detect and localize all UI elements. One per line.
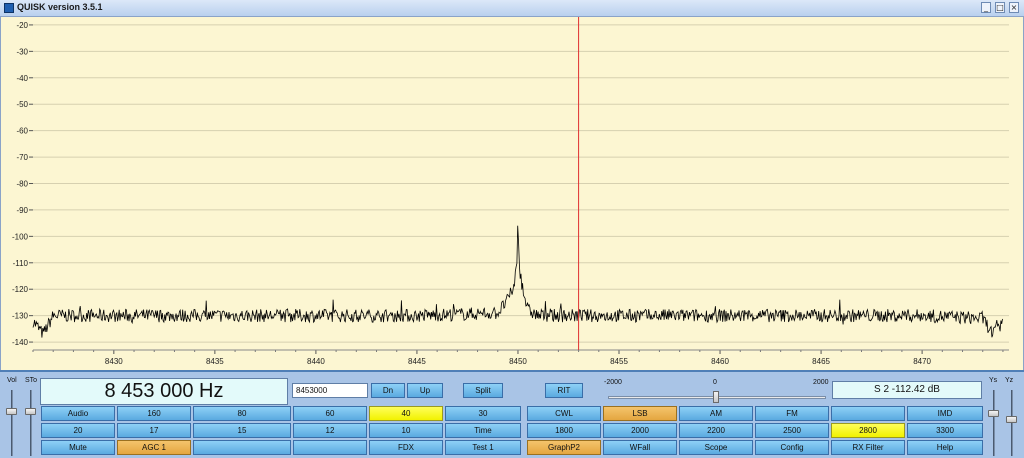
button-row2-10[interactable]: 2800 [831,423,905,438]
button-row1-4[interactable]: 40 [369,406,443,421]
control-panel: Vol STo 8 453 000 Hz 8453000 Dn Up Split… [0,370,1024,458]
window-title: QUISK version 3.5.1 [17,2,103,12]
y-tick-label: -130 [12,312,29,321]
button-row2-1[interactable]: 17 [117,423,191,438]
button-row1-8[interactable]: AM [679,406,753,421]
x-tick-label: 8470 [913,357,931,366]
yz-slider-track[interactable] [1011,390,1013,456]
pan-mid-label: 0 [713,379,717,386]
y-tick-label: -70 [16,153,28,162]
y-tick-label: -90 [16,206,28,215]
spectrum-plot[interactable]: -20 -30 -40 -50 -60 -70 -80 -90 -100 -110 -120 -130… [1,17,1023,370]
sto-label: STo [25,377,38,384]
y-tick-label: -140 [12,338,29,347]
button-row3-0[interactable]: Mute [41,440,115,455]
button-row2-3[interactable]: 12 [293,423,367,438]
spectrum-graph[interactable]: -20 -30 -40 -50 -60 -70 -80 -90 -100 -110 -120 -130… [0,17,1024,370]
button-row3-4[interactable]: FDX [369,440,443,455]
button-row3-6[interactable]: GraphP2 [527,440,601,455]
button-row3-9[interactable]: Config [755,440,829,455]
yz-slider-thumb[interactable] [1006,416,1017,423]
dn-button[interactable]: Dn [371,383,405,398]
button-row3-11[interactable]: Help [907,440,983,455]
button-row3-7[interactable]: WFall [603,440,677,455]
frequency-display: 8 453 000 Hz [40,378,288,405]
x-tick-label: 8465 [812,357,830,366]
button-row2-8[interactable]: 2200 [679,423,753,438]
app-icon [4,3,14,13]
x-tick-label: 8435 [206,357,224,366]
title-bar: QUISK version 3.5.1 _ □ × [0,0,1024,17]
rit-slider-thumb[interactable] [713,391,719,403]
s-meter-display: S 2 -112.42 dB [832,381,982,399]
button-row1-2[interactable]: 80 [193,406,291,421]
button-row1-1[interactable]: 160 [117,406,191,421]
x-tick-label: 8440 [307,357,325,366]
button-row2-0[interactable]: 20 [41,423,115,438]
button-row2-9[interactable]: 2500 [755,423,829,438]
button-row3-3[interactable] [293,440,367,455]
button-row2-2[interactable]: 15 [193,423,291,438]
y-tick-label: -60 [16,127,28,136]
button-row2-6[interactable]: 1800 [527,423,601,438]
button-row3-2[interactable] [193,440,291,455]
pan-max-label: 2000 [813,379,829,386]
button-row1-0[interactable]: Audio [41,406,115,421]
y-tick-label: -100 [12,232,29,241]
up-button[interactable]: Up [407,383,443,398]
y-tick-label: -120 [12,285,29,294]
button-row1-9[interactable]: FM [755,406,829,421]
y-tick-label: -20 [16,21,28,30]
maximize-button[interactable]: □ [995,2,1005,13]
button-row1-6[interactable]: CWL [527,406,601,421]
button-row3-5[interactable]: Test 1 [445,440,521,455]
yz-label: Yz [1005,377,1014,384]
button-row2-4[interactable]: 10 [369,423,443,438]
y-tick-label: -30 [16,47,28,56]
pan-min-label: -2000 [604,379,622,386]
minimize-button[interactable]: _ [981,2,991,13]
spectrum-trace [32,225,1003,338]
button-row1-11[interactable]: IMD [907,406,983,421]
rit-button[interactable]: RIT [545,383,583,398]
vol-slider-thumb[interactable] [6,408,17,415]
button-row1-3[interactable]: 60 [293,406,367,421]
split-button[interactable]: Split [463,383,503,398]
x-tick-label: 8450 [509,357,527,366]
y-tick-label: -80 [16,180,28,189]
button-row1-10[interactable] [831,406,905,421]
frequency-entry-input[interactable]: 8453000 [292,383,368,398]
button-row3-8[interactable]: Scope [679,440,753,455]
x-tick-label: 8460 [711,357,729,366]
close-button[interactable]: × [1009,2,1019,13]
x-tick-label: 8430 [105,357,123,366]
x-tick-label: 8455 [610,357,628,366]
ys-slider-track[interactable] [993,390,995,456]
button-row1-5[interactable]: 30 [445,406,521,421]
button-row2-7[interactable]: 2000 [603,423,677,438]
y-tick-label: -50 [16,100,28,109]
vol-label: Vol [7,377,17,384]
button-row3-10[interactable]: RX Filter [831,440,905,455]
sto-slider-track[interactable] [30,390,32,456]
y-tick-label: -40 [16,74,28,83]
button-row2-5[interactable]: Time [445,423,521,438]
sto-slider-thumb[interactable] [25,408,36,415]
button-row3-1[interactable]: AGC 1 [117,440,191,455]
ys-slider-thumb[interactable] [988,410,999,417]
button-row2-11[interactable]: 3300 [907,423,983,438]
ys-label: Ys [989,377,998,384]
y-tick-label: -110 [13,259,29,268]
x-tick-label: 8445 [408,357,426,366]
button-row1-7[interactable]: LSB [603,406,677,421]
vol-slider-track[interactable] [11,390,13,456]
